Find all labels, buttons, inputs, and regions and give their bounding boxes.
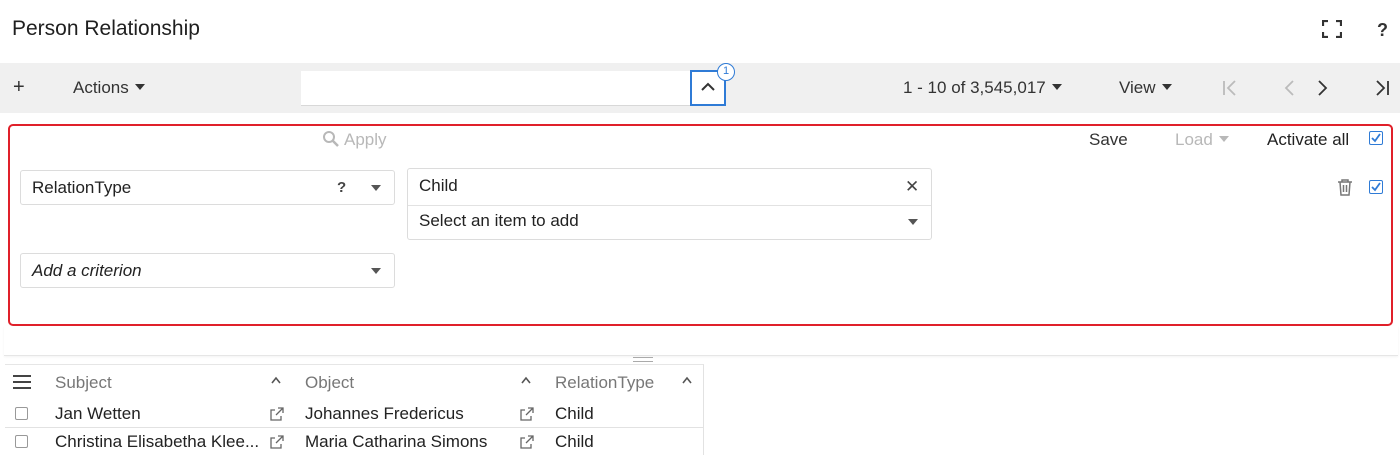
first-page-icon[interactable] [1221,79,1239,97]
cell-object[interactable]: Maria Catharina Simons [305,432,487,452]
resize-handle[interactable] [633,357,653,362]
help-icon[interactable]: ? [1377,20,1388,41]
chevron-down-icon [371,185,381,191]
add-criterion-placeholder: Add a criterion [32,261,142,280]
chevron-down-icon [1051,83,1062,90]
selected-value-row: Child ✕ [408,169,931,206]
chevron-up-icon [701,82,715,91]
selected-value: Child [419,176,458,195]
chevron-down-icon [134,83,145,90]
check-icon [1371,133,1381,143]
save-button[interactable]: Save [1089,130,1128,150]
add-value-placeholder: Select an item to add [419,211,579,230]
apply-button[interactable]: Apply [322,130,387,150]
add-button[interactable]: + [13,76,25,99]
filter-count-badge: 1 [717,63,735,81]
chevron-down-icon [908,219,918,225]
cell-subject[interactable]: Christina Elisabetha Klee... [55,432,259,452]
view-menu-button[interactable]: View [1119,78,1172,98]
toolbar: + Actions 1 1 - 10 of 3,545,017 View [0,63,1400,113]
add-value-select[interactable]: Select an item to add [408,206,931,240]
actions-menu-button[interactable]: Actions [73,78,145,98]
column-header-subject[interactable]: Subject [55,373,112,393]
cell-relationtype: Child [555,432,594,451]
menu-icon[interactable] [13,375,31,389]
expand-icon[interactable] [1321,19,1343,39]
prev-page-icon[interactable] [1281,79,1299,97]
table-row[interactable]: Christina Elisabetha Klee... Maria Catha… [5,428,703,455]
filter-panel-footer [4,326,1398,356]
row-checkbox[interactable] [15,435,28,448]
actions-label: Actions [73,78,129,97]
cell-object[interactable]: Johannes Fredericus [305,404,464,424]
activate-all-checkbox[interactable] [1369,131,1383,145]
help-icon[interactable]: ? [337,179,346,196]
check-icon [1371,182,1381,192]
sort-up-icon[interactable] [682,376,692,384]
external-link-icon[interactable] [270,435,284,449]
criterion-field-label: RelationType [32,178,132,197]
chevron-down-icon [1161,83,1172,90]
sort-up-icon[interactable] [271,376,281,384]
external-link-icon[interactable] [520,407,534,421]
load-label: Load [1175,130,1213,149]
filter-panel: Apply Save Load Activate all RelationTyp… [8,124,1393,326]
criterion-active-checkbox[interactable] [1369,180,1383,194]
criterion-value-box: Child ✕ Select an item to add [407,168,932,240]
criterion-field-select[interactable]: RelationType ? [20,170,395,205]
chevron-down-icon [371,268,381,274]
column-header-object[interactable]: Object [305,373,354,393]
search-icon [323,131,339,147]
apply-label: Apply [344,130,387,149]
add-criterion-select[interactable]: Add a criterion [20,253,395,288]
pager-label: 1 - 10 of 3,545,017 [903,78,1046,97]
activate-all-label: Activate all [1267,130,1350,149]
page-title: Person Relationship [12,17,200,40]
table-header: Subject Object RelationType [5,365,703,400]
last-page-icon[interactable] [1373,79,1391,97]
external-link-icon[interactable] [520,435,534,449]
pager-dropdown[interactable]: 1 - 10 of 3,545,017 [903,78,1062,98]
row-checkbox[interactable] [15,407,28,420]
trash-icon[interactable] [1337,178,1353,196]
load-menu-button[interactable]: Load [1175,130,1229,150]
table-row[interactable]: Jan Wetten Johannes Fredericus Child [5,400,703,428]
cell-relationtype: Child [555,404,594,423]
sort-up-icon[interactable] [521,376,531,384]
external-link-icon[interactable] [270,407,284,421]
cell-subject[interactable]: Jan Wetten [55,404,141,424]
results-table: Subject Object RelationType Jan Wetten J… [5,364,704,455]
column-header-relationtype[interactable]: RelationType [555,373,654,393]
search-input[interactable] [301,71,691,106]
next-page-icon[interactable] [1313,79,1331,97]
close-icon[interactable]: ✕ [905,177,919,197]
view-label: View [1119,78,1156,97]
chevron-down-icon [1218,135,1229,142]
